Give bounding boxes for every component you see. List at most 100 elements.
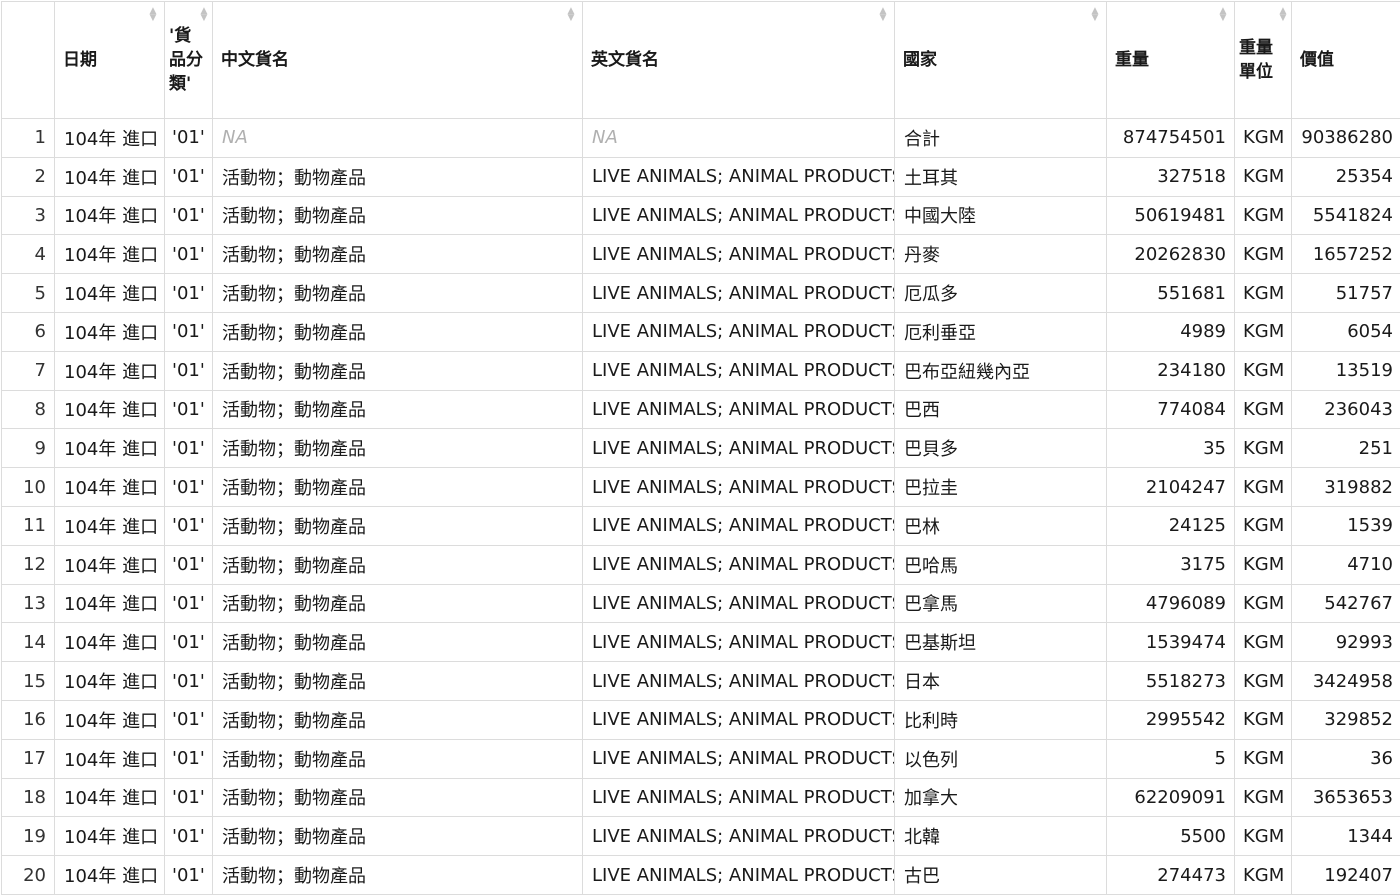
column-header-category[interactable]: '貨品分類' ▲▼ <box>165 2 213 119</box>
category-cell[interactable]: '01' <box>165 662 213 701</box>
weight-unit-cell[interactable]: KGM <box>1235 739 1292 778</box>
country-cell[interactable]: 厄瓜多 <box>895 274 1107 313</box>
column-header-country[interactable]: 國家 ▲▼ <box>895 2 1107 119</box>
english-name-cell[interactable]: NA <box>583 119 895 158</box>
english-name-cell[interactable]: LIVE ANIMALS; ANIMAL PRODUCTS <box>583 196 895 235</box>
row-index-cell[interactable]: 3 <box>2 196 55 235</box>
chinese-name-cell[interactable]: 活動物；動物產品 <box>213 623 583 662</box>
table-row[interactable]: 17104年 進口'01'活動物；動物產品LIVE ANIMALS; ANIMA… <box>2 739 1400 778</box>
weight-cell[interactable]: 2995542 <box>1107 700 1235 739</box>
chinese-name-cell[interactable]: 活動物；動物產品 <box>213 700 583 739</box>
english-name-cell[interactable]: LIVE ANIMALS; ANIMAL PRODUCTS <box>583 545 895 584</box>
country-cell[interactable]: 巴西 <box>895 390 1107 429</box>
date-cell[interactable]: 104年 進口 <box>55 817 165 856</box>
chinese-name-cell[interactable]: 活動物；動物產品 <box>213 662 583 701</box>
column-header-weight[interactable]: 重量 ▲▼ <box>1107 2 1235 119</box>
weight-unit-cell[interactable]: KGM <box>1235 700 1292 739</box>
table-row[interactable]: 19104年 進口'01'活動物；動物產品LIVE ANIMALS; ANIMA… <box>2 817 1400 856</box>
weight-cell[interactable]: 5 <box>1107 739 1235 778</box>
date-cell[interactable]: 104年 進口 <box>55 119 165 158</box>
weight-cell[interactable]: 874754501 <box>1107 119 1235 158</box>
date-cell[interactable]: 104年 進口 <box>55 235 165 274</box>
value-cell[interactable]: 251 <box>1292 429 1400 468</box>
value-cell[interactable]: 1657252 <box>1292 235 1400 274</box>
sort-arrows-icon[interactable]: ▲▼ <box>566 8 576 24</box>
value-cell[interactable]: 319882 <box>1292 468 1400 507</box>
row-index-cell[interactable]: 4 <box>2 235 55 274</box>
column-header-weight-unit[interactable]: 重量單位 ▲▼ <box>1235 2 1292 119</box>
column-header-date[interactable]: 日期 ▲▼ <box>55 2 165 119</box>
table-row[interactable]: 4104年 進口'01'活動物；動物產品LIVE ANIMALS; ANIMAL… <box>2 235 1400 274</box>
row-index-cell[interactable]: 15 <box>2 662 55 701</box>
value-cell[interactable]: 3424958 <box>1292 662 1400 701</box>
chinese-name-cell[interactable]: 活動物；動物產品 <box>213 584 583 623</box>
value-cell[interactable]: 542767 <box>1292 584 1400 623</box>
country-cell[interactable]: 古巴 <box>895 856 1107 895</box>
chinese-name-cell[interactable]: NA <box>213 119 583 158</box>
country-cell[interactable]: 巴哈馬 <box>895 545 1107 584</box>
sort-arrows-icon[interactable]: ▲▼ <box>878 8 888 24</box>
table-row[interactable]: 18104年 進口'01'活動物；動物產品LIVE ANIMALS; ANIMA… <box>2 778 1400 817</box>
date-cell[interactable]: 104年 進口 <box>55 312 165 351</box>
category-cell[interactable]: '01' <box>165 584 213 623</box>
country-cell[interactable]: 北韓 <box>895 817 1107 856</box>
weight-unit-cell[interactable]: KGM <box>1235 351 1292 390</box>
weight-unit-cell[interactable]: KGM <box>1235 468 1292 507</box>
weight-unit-cell[interactable]: KGM <box>1235 274 1292 313</box>
table-row[interactable]: 12104年 進口'01'活動物；動物產品LIVE ANIMALS; ANIMA… <box>2 545 1400 584</box>
table-row[interactable]: 14104年 進口'01'活動物；動物產品LIVE ANIMALS; ANIMA… <box>2 623 1400 662</box>
table-row[interactable]: 8104年 進口'01'活動物；動物產品LIVE ANIMALS; ANIMAL… <box>2 390 1400 429</box>
weight-unit-cell[interactable]: KGM <box>1235 778 1292 817</box>
english-name-cell[interactable]: LIVE ANIMALS; ANIMAL PRODUCTS <box>583 312 895 351</box>
date-cell[interactable]: 104年 進口 <box>55 700 165 739</box>
column-header-english-name[interactable]: 英文貨名 ▲▼ <box>583 2 895 119</box>
date-cell[interactable]: 104年 進口 <box>55 739 165 778</box>
country-cell[interactable]: 合計 <box>895 119 1107 158</box>
weight-unit-cell[interactable]: KGM <box>1235 584 1292 623</box>
country-cell[interactable]: 巴林 <box>895 506 1107 545</box>
english-name-cell[interactable]: LIVE ANIMALS; ANIMAL PRODUCTS <box>583 468 895 507</box>
row-index-cell[interactable]: 19 <box>2 817 55 856</box>
weight-unit-cell[interactable]: KGM <box>1235 429 1292 468</box>
category-cell[interactable]: '01' <box>165 274 213 313</box>
country-cell[interactable]: 日本 <box>895 662 1107 701</box>
category-cell[interactable]: '01' <box>165 817 213 856</box>
weight-unit-cell[interactable]: KGM <box>1235 196 1292 235</box>
column-header-index[interactable] <box>2 2 55 119</box>
country-cell[interactable]: 中國大陸 <box>895 196 1107 235</box>
weight-cell[interactable]: 50619481 <box>1107 196 1235 235</box>
category-cell[interactable]: '01' <box>165 312 213 351</box>
row-index-cell[interactable]: 1 <box>2 119 55 158</box>
chinese-name-cell[interactable]: 活動物；動物產品 <box>213 856 583 895</box>
date-cell[interactable]: 104年 進口 <box>55 351 165 390</box>
table-row[interactable]: 3104年 進口'01'活動物；動物產品LIVE ANIMALS; ANIMAL… <box>2 196 1400 235</box>
date-cell[interactable]: 104年 進口 <box>55 623 165 662</box>
weight-unit-cell[interactable]: KGM <box>1235 817 1292 856</box>
date-cell[interactable]: 104年 進口 <box>55 157 165 196</box>
row-index-cell[interactable]: 16 <box>2 700 55 739</box>
table-row[interactable]: 15104年 進口'01'活動物；動物產品LIVE ANIMALS; ANIMA… <box>2 662 1400 701</box>
date-cell[interactable]: 104年 進口 <box>55 584 165 623</box>
chinese-name-cell[interactable]: 活動物；動物產品 <box>213 351 583 390</box>
value-cell[interactable]: 6054 <box>1292 312 1400 351</box>
weight-cell[interactable]: 327518 <box>1107 157 1235 196</box>
value-cell[interactable]: 329852 <box>1292 700 1400 739</box>
country-cell[interactable]: 巴貝多 <box>895 429 1107 468</box>
english-name-cell[interactable]: LIVE ANIMALS; ANIMAL PRODUCTS <box>583 623 895 662</box>
date-cell[interactable]: 104年 進口 <box>55 390 165 429</box>
country-cell[interactable]: 巴布亞紐幾內亞 <box>895 351 1107 390</box>
sort-arrows-icon[interactable]: ▲▼ <box>1278 8 1288 24</box>
row-index-cell[interactable]: 13 <box>2 584 55 623</box>
date-cell[interactable]: 104年 進口 <box>55 468 165 507</box>
value-cell[interactable]: 1539 <box>1292 506 1400 545</box>
date-cell[interactable]: 104年 進口 <box>55 196 165 235</box>
value-cell[interactable]: 236043 <box>1292 390 1400 429</box>
country-cell[interactable]: 厄利垂亞 <box>895 312 1107 351</box>
weight-cell[interactable]: 62209091 <box>1107 778 1235 817</box>
row-index-cell[interactable]: 18 <box>2 778 55 817</box>
row-index-cell[interactable]: 17 <box>2 739 55 778</box>
value-cell[interactable]: 4710 <box>1292 545 1400 584</box>
value-cell[interactable]: 25354 <box>1292 157 1400 196</box>
date-cell[interactable]: 104年 進口 <box>55 545 165 584</box>
value-cell[interactable]: 13519 <box>1292 351 1400 390</box>
